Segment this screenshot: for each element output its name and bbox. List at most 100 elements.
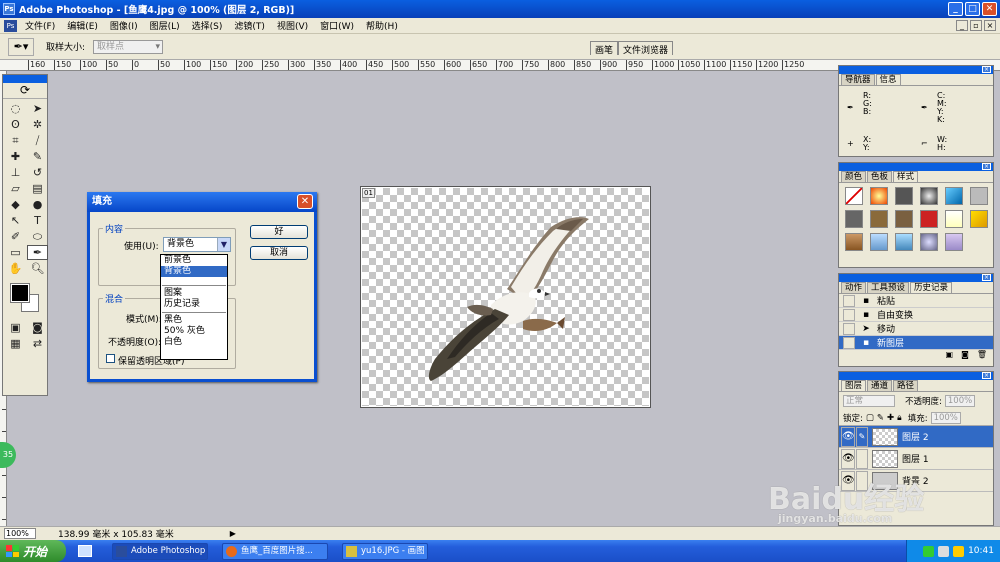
shape-tool-icon[interactable]: ⬭ (27, 229, 48, 244)
menu-window[interactable]: 窗口(W) (314, 19, 360, 32)
side-badge[interactable]: 35 (0, 442, 16, 468)
trash-icon[interactable]: 🗑︎ (977, 350, 987, 360)
style-swatch[interactable] (895, 210, 913, 228)
brush-tool-icon[interactable]: ✎ (27, 149, 48, 164)
image-document-window[interactable]: 01 (360, 186, 651, 408)
menu-filter[interactable]: 滤镜(T) (228, 19, 271, 32)
panel-grip[interactable]: × (839, 66, 993, 74)
blend-mode-select[interactable]: 正常 (843, 395, 895, 407)
panel-close-icon[interactable]: × (982, 66, 991, 73)
style-swatch[interactable] (870, 233, 888, 251)
eye-icon[interactable]: 👁︎ (841, 448, 855, 469)
style-swatch[interactable] (920, 187, 938, 205)
style-swatch[interactable] (945, 233, 963, 251)
blur-tool-icon[interactable]: ◆ (5, 197, 26, 212)
doc-close-button[interactable]: × (984, 20, 996, 31)
screen-mode-icon[interactable]: ▦ (5, 336, 26, 351)
pen-tool-icon[interactable]: ✐ (5, 229, 26, 244)
tab-swatches[interactable]: 色板 (867, 171, 893, 182)
history-source-toggle[interactable] (843, 294, 855, 307)
tab-navigator[interactable]: 导航器 (841, 74, 875, 85)
menu-image[interactable]: 图像(I) (104, 19, 144, 32)
menu-select[interactable]: 选择(S) (186, 19, 229, 32)
doc-minimize-button[interactable]: _ (956, 20, 968, 31)
notes-tool-icon[interactable]: ▭ (5, 245, 26, 260)
doc-restore-button[interactable]: ▫ (970, 20, 982, 31)
preserve-transparency-checkbox[interactable] (106, 354, 115, 363)
start-button[interactable]: 开始 (0, 540, 66, 562)
use-combo[interactable]: 背景色 ▼ (163, 237, 231, 252)
path-select-icon[interactable]: ↖ (5, 213, 26, 228)
hand-tool-icon[interactable]: ✋ (5, 261, 26, 276)
tab-tool-presets[interactable]: 工具预设 (867, 282, 910, 293)
option-pattern[interactable]: 图案 (161, 288, 227, 299)
zoom-tool-icon[interactable]: 🔍︎ (27, 261, 48, 276)
foreground-color-swatch[interactable] (10, 283, 30, 303)
new-document-icon[interactable]: ▣ (946, 350, 954, 360)
style-swatch[interactable] (845, 233, 863, 251)
adobe-online-icon[interactable]: ⟳ (3, 83, 47, 99)
history-item[interactable]: ▪ 自由变换 (839, 308, 993, 322)
style-swatch[interactable] (895, 233, 913, 251)
maximize-button[interactable]: □ (965, 2, 980, 16)
lock-move-icon[interactable]: ✚ (887, 413, 894, 423)
option-foreground[interactable]: 前景色 (161, 255, 227, 266)
status-menu-arrow-icon[interactable]: ▶ (230, 529, 236, 538)
network-icon[interactable] (923, 545, 935, 557)
task-firefox[interactable]: 鱼鹰_百度图片搜... (222, 542, 328, 560)
link-icon[interactable] (856, 448, 868, 469)
option-white[interactable]: 白色 (161, 337, 227, 348)
sample-size-select[interactable]: 取样点 (93, 39, 164, 54)
style-swatch[interactable] (945, 187, 963, 205)
panel-close-icon[interactable]: × (982, 372, 991, 379)
style-swatch[interactable] (920, 233, 938, 251)
camera-icon[interactable]: ◙ (961, 350, 969, 360)
menu-layer[interactable]: 图层(L) (144, 19, 186, 32)
style-swatch[interactable] (845, 210, 863, 228)
history-source-toggle[interactable] (843, 336, 855, 349)
layer-row[interactable]: 👁︎ 图层 1 (839, 448, 993, 470)
menu-file[interactable]: 文件(F) (19, 19, 61, 32)
toolbox-grip[interactable] (3, 75, 47, 83)
tab-info[interactable]: 信息 (875, 74, 901, 85)
lasso-tool-icon[interactable]: ʘ (5, 117, 26, 132)
lock-all-icon[interactable]: 🔒︎ (897, 413, 902, 423)
panel-grip[interactable]: × (839, 163, 993, 171)
eraser-tool-icon[interactable]: ▱ (5, 181, 26, 196)
option-black[interactable]: 黑色 (161, 315, 227, 326)
history-item[interactable]: ▪ 粘贴 (839, 294, 993, 308)
tab-channels[interactable]: 通道 (867, 380, 893, 391)
file-browser-well-tab[interactable]: 文件浏览器 (618, 41, 674, 56)
history-source-toggle[interactable] (843, 322, 855, 335)
opacity-input[interactable]: 100% (944, 395, 975, 407)
tab-color[interactable]: 颜色 (841, 171, 867, 182)
style-swatch[interactable] (895, 187, 913, 205)
panel-close-icon[interactable]: × (982, 274, 991, 281)
magic-wand-tool-icon[interactable]: ✲ (27, 117, 48, 132)
security-icon[interactable] (953, 545, 965, 557)
task-photoshop[interactable]: Adobe Photoshop ... (112, 542, 208, 562)
eyedropper-tool-icon[interactable]: ✒ (27, 245, 48, 260)
eyedropper-tool-preset[interactable]: ✒ ▾ (8, 37, 34, 56)
fill-dialog-title-bar[interactable]: 填充 ✕ (87, 192, 317, 212)
fill-input[interactable]: 100% (930, 411, 961, 424)
document-icon[interactable]: Ps (4, 19, 17, 32)
history-source-toggle[interactable] (843, 308, 855, 321)
style-none[interactable] (845, 187, 863, 205)
ok-button[interactable]: 好 (250, 225, 308, 239)
close-button[interactable]: ✕ (982, 2, 997, 16)
slice-tool-icon[interactable]: ⧸ (27, 133, 48, 148)
clone-stamp-icon[interactable]: ⊥ (5, 165, 26, 180)
type-tool-icon[interactable]: T (27, 213, 48, 228)
cancel-button[interactable]: 取消 (250, 246, 308, 260)
dodge-tool-icon[interactable]: ● (27, 197, 48, 212)
brushes-well-tab[interactable]: 画笔 (590, 41, 619, 56)
tab-layers[interactable]: 图层 (841, 380, 867, 391)
option-history[interactable]: 历史记录 (161, 299, 227, 310)
menu-edit[interactable]: 编辑(E) (61, 19, 104, 32)
option-gray50[interactable]: 50% 灰色 (161, 326, 227, 337)
menu-view[interactable]: 视图(V) (271, 19, 314, 32)
style-swatch[interactable] (870, 187, 888, 205)
history-item-selected[interactable]: ▪ 新图层 (839, 336, 993, 350)
jump-to-imageready-icon[interactable]: ⇄ (27, 336, 48, 351)
